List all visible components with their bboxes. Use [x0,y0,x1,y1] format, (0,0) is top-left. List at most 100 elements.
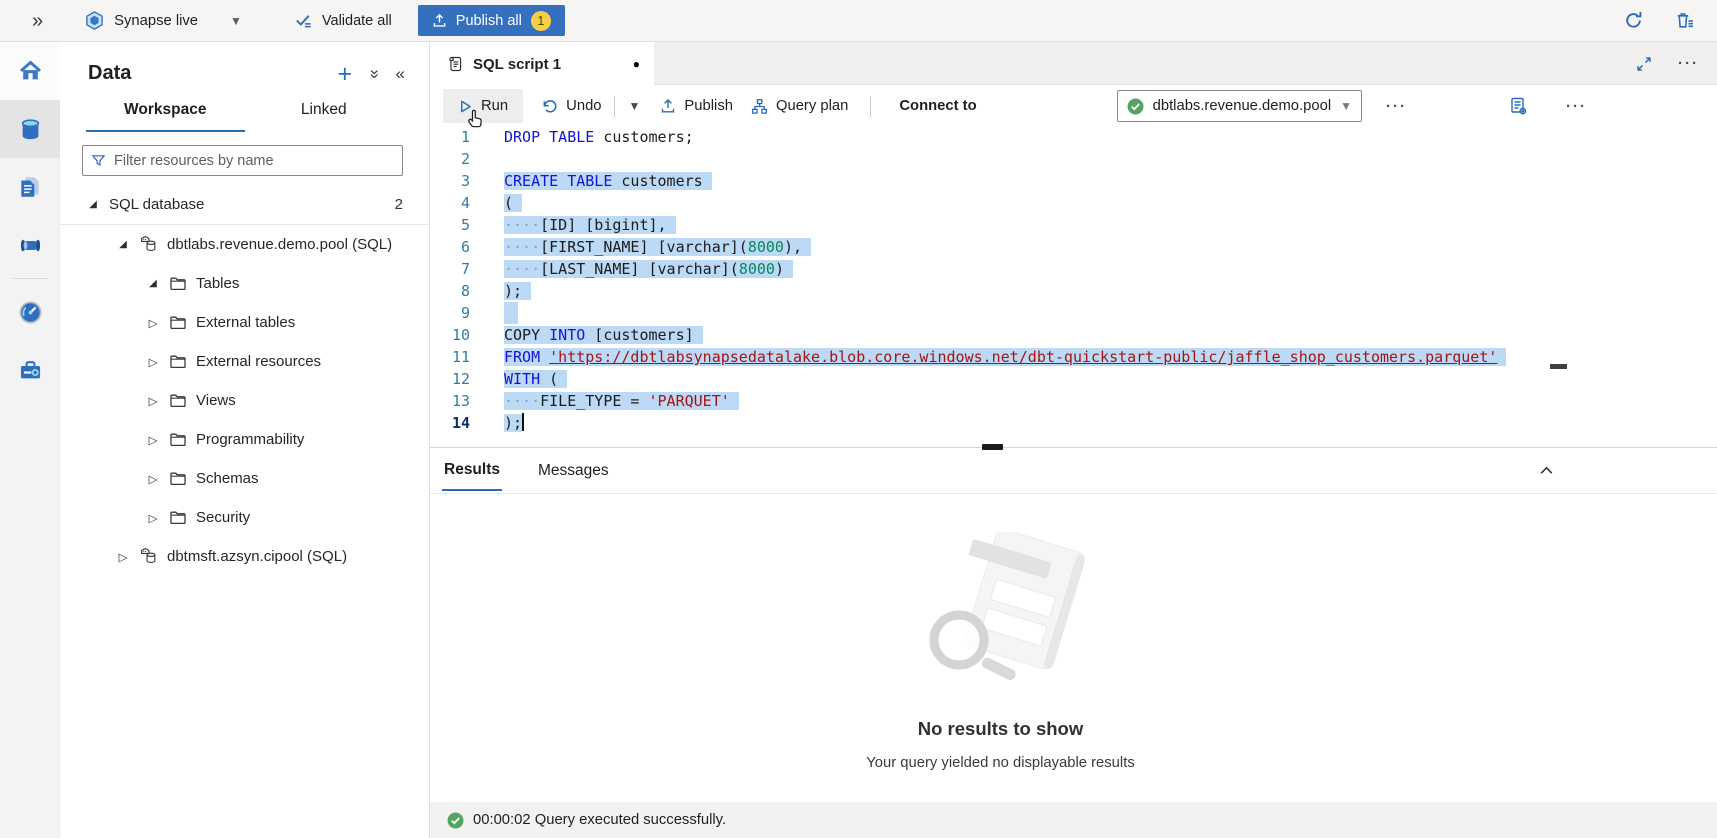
query-plan-icon [751,98,768,115]
filter-input[interactable] [114,153,394,169]
code-line[interactable]: 7····[LAST_NAME] [varchar](8000) [430,258,1717,280]
empty-results-subtitle: Your query yielded no displayable result… [866,755,1134,771]
sql-script-icon [446,55,464,73]
tree-item[interactable]: ▷External tables [60,303,429,342]
query-status-bar: 00:00:02 Query executed successfully. [430,802,1717,838]
tree-item[interactable]: ▷ Security [60,498,429,537]
expand-arrow-icon[interactable]: ▷ [146,511,160,525]
expand-arrow-icon[interactable]: ▷ [146,316,160,330]
refresh-icon[interactable] [1623,10,1644,31]
tree-item[interactable]: ▷Schemas [60,459,429,498]
selection-highlight: ( [504,194,522,212]
filter-box [82,145,403,176]
expand-arrow-icon[interactable]: ▷ [146,355,160,369]
scrollbar-marker[interactable] [1550,364,1567,369]
nav-data[interactable] [0,100,60,158]
expand-arrow-icon[interactable]: ▷ [146,472,160,486]
publish-all-button[interactable]: Publish all 1 [418,5,565,36]
code-line[interactable]: 10COPY INTO [customers] [430,324,1717,346]
code-line[interactable]: 4( [430,192,1717,214]
code-line[interactable]: 12WITH ( [430,368,1717,390]
toolbar-more-options-icon[interactable]: ··· [1566,98,1587,115]
expand-editor-icon[interactable] [1636,56,1652,72]
unsaved-changes-dot: ● [633,57,640,71]
code-line[interactable]: 2 [430,148,1717,170]
tree-item[interactable]: ◢Tables [60,264,429,303]
undo-icon [541,98,558,115]
tab-linked[interactable]: Linked [245,101,404,132]
database-cylinder-icon [17,116,44,143]
code-line[interactable]: 5····[ID] [bigint], [430,214,1717,236]
tree-item[interactable]: ▷Views [60,381,429,420]
tab-results[interactable]: Results [442,450,502,491]
undo-dropdown-chevron-icon[interactable]: ▼ [629,99,641,113]
expand-arrow-icon[interactable]: ▷ [146,433,160,447]
code-line[interactable]: 6····[FIRST_NAME] [varchar](8000), [430,236,1717,258]
tree-item[interactable]: ▷External resources [60,342,429,381]
script-properties-icon[interactable] [1508,96,1528,116]
line-number: 2 [430,148,470,170]
nav-integrate[interactable] [0,216,60,274]
validate-all-button[interactable]: Validate all [294,11,392,30]
tab-sql-script-1[interactable]: SQL script 1 ● [430,42,654,86]
code-line[interactable]: 9 [430,302,1717,324]
collapse-results-chevron-icon[interactable] [1538,462,1555,479]
code-line[interactable]: 11FROM 'https://dbtlabsynapsedatalake.bl… [430,346,1717,368]
code-line[interactable]: 1DROP TABLE customers; [430,126,1717,148]
collapse-arrow-icon[interactable]: ◢ [146,278,160,289]
tree-item-label: Security [196,509,250,526]
selection-highlight: ); [504,414,522,432]
connect-pool-dropdown[interactable]: dbtlabs.revenue.demo.pool ▼ [1117,90,1362,122]
selection-highlight [504,302,518,324]
sql-editor[interactable]: 1DROP TABLE customers;23CREATE TABLE cus… [430,126,1717,447]
publish-button[interactable]: Publish [660,98,733,114]
expand-arrow-icon[interactable]: ▷ [146,394,160,408]
code-line[interactable]: 3CREATE TABLE customers [430,170,1717,192]
line-number: 3 [430,170,470,192]
tree-item[interactable]: ◢dbtlabs.revenue.demo.pool (SQL) [60,225,429,264]
tab-messages[interactable]: Messages [536,451,611,490]
tab-workspace[interactable]: Workspace [86,101,245,132]
expand-arrow-icon[interactable]: ▷ [116,550,130,564]
line-number: 8 [430,280,470,302]
code-line[interactable]: 13····FILE_TYPE = 'PARQUET' [430,390,1717,412]
mode-selector[interactable]: Synapse live ▼ [85,11,242,30]
tree-item[interactable]: ▷dbtmsft.azsyn.cipool (SQL) [60,537,429,576]
validate-check-icon [294,11,313,30]
run-button[interactable]: Run [443,89,523,123]
tab-more-options-icon[interactable]: ··· [1678,55,1699,72]
folder-icon [169,314,187,332]
selection-highlight: COPY INTO [customers] [504,326,703,344]
code-line[interactable]: 14); [430,412,1717,434]
nav-expand-icon[interactable]: » [32,11,43,31]
nav-monitor[interactable] [0,283,60,341]
folder-icon [169,392,187,410]
nav-home[interactable] [0,42,60,100]
pool-name: dbtlabs.revenue.demo.pool [1153,98,1332,114]
editor-toolbar: Run Undo ▼ Publish Query plan Connect to [430,86,1717,126]
line-number: 4 [430,192,470,214]
toolbox-icon [17,357,44,384]
nav-manage[interactable] [0,341,60,399]
discard-trash-icon[interactable] [1674,10,1695,31]
connect-more-options-icon[interactable]: ··· [1386,98,1407,115]
line-number: 12 [430,368,470,390]
tree-item[interactable]: ◢SQL database2 [60,185,429,224]
collapse-panel-icon[interactable]: « [396,64,405,84]
query-plan-button[interactable]: Query plan [751,98,848,115]
selection-highlight: ····[ID] [bigint], [504,216,676,234]
add-resource-button[interactable]: + [337,64,352,84]
tree-item-label: Programmability [196,431,304,448]
selection-highlight: ); [504,282,531,300]
panel-title: Data [88,62,131,85]
undo-button[interactable]: Undo [541,98,601,115]
tree-item[interactable]: ▷ Programmability [60,420,429,459]
nav-develop[interactable] [0,158,60,216]
folder-icon [169,509,187,527]
validate-all-label: Validate all [322,13,392,29]
collapse-all-icon[interactable]: « [364,69,384,78]
results-tab-bar: Results Messages [430,448,1717,493]
collapse-arrow-icon[interactable]: ◢ [86,199,100,210]
collapse-arrow-icon[interactable]: ◢ [116,239,130,250]
code-line[interactable]: 8); [430,280,1717,302]
